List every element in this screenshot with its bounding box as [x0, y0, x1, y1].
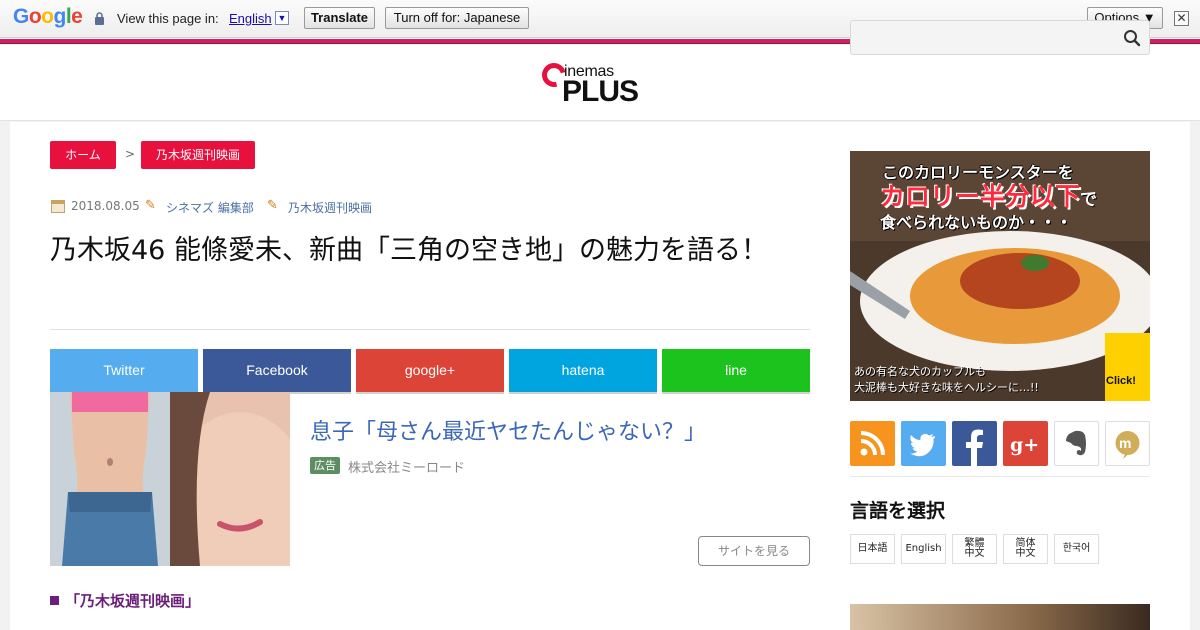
divider [850, 476, 1150, 477]
ad-visit-button[interactable]: サイトを見る [698, 536, 810, 566]
lang-label: 中文 [964, 548, 985, 559]
section-heading-text: 「乃木坂週刊映画」 [65, 592, 201, 610]
logo-text-bottom: PLUS [562, 75, 639, 108]
google-logo-letter: G [13, 5, 29, 28]
lang-label: 한국어 [1062, 543, 1091, 554]
share-googleplus-button[interactable]: google+ [356, 349, 504, 392]
lang-japanese-button[interactable]: 日本語 [850, 534, 895, 564]
share-facebook-button[interactable]: Facebook [203, 349, 351, 392]
lang-traditional-chinese-button[interactable]: 繁體 中文 [952, 534, 997, 564]
site-header: inemas PLUS [0, 45, 1200, 121]
share-label: line [725, 362, 747, 378]
rss-icon[interactable] [850, 421, 895, 466]
site-logo[interactable]: inemas PLUS [537, 58, 642, 108]
post-category[interactable]: 乃木坂週刊映画 [288, 199, 372, 216]
share-line-button[interactable]: line [662, 349, 810, 392]
post-date: 2018.08.05 [71, 199, 140, 213]
banner-click-label[interactable]: Click! [1106, 375, 1136, 387]
translate-button[interactable]: Translate [304, 7, 375, 29]
breadcrumb-home[interactable]: ホーム [50, 141, 116, 169]
google-logo-letter: g [53, 5, 67, 28]
banner-caption-1: あの有名な犬のカップルも [854, 365, 986, 378]
share-label: hatena [561, 362, 605, 378]
calendar-icon [51, 200, 65, 213]
lang-english-button[interactable]: English [901, 534, 946, 564]
banner-line-2: カロリー半分以下で [880, 177, 1097, 213]
lang-simplified-chinese-button[interactable]: 简体 中文 [1003, 534, 1048, 564]
close-icon[interactable]: ✕ [1174, 11, 1189, 26]
banner-line-3: 食べられないものか・・・ [880, 213, 1073, 232]
section-heading: 「乃木坂週刊映画」 [50, 590, 200, 611]
svg-text:m: m [1119, 435, 1131, 451]
lang-label: 中文 [1015, 548, 1036, 559]
language-heading: 言語を選択 [850, 500, 946, 522]
pencil-icon: ✎ [267, 198, 278, 213]
google-logo-letter: e [71, 5, 83, 28]
google-logo-letter: o [28, 5, 42, 28]
sidebar-thumbnail[interactable] [850, 604, 1150, 630]
sidebar-banner-ad[interactable]: このカロリーモンスターを カロリー半分以下で 食べられないものか・・・ あの有名… [850, 151, 1150, 401]
banner-line-2-suffix: で [1080, 190, 1098, 210]
google-logo: Google [13, 5, 83, 29]
facebook-icon[interactable] [952, 421, 997, 466]
lang-label: English [905, 543, 942, 554]
language-dropdown-icon[interactable]: ▼ [275, 11, 289, 25]
mixi-icon[interactable]: m [1105, 421, 1150, 466]
turn-off-button[interactable]: Turn off for: Japanese [385, 7, 529, 29]
translate-prompt: View this page in: [117, 11, 219, 26]
share-label: Twitter [103, 362, 145, 378]
lang-korean-button[interactable]: 한국어 [1054, 534, 1099, 564]
svg-text:g+: g+ [1010, 434, 1039, 456]
ad-badge: 広告 [310, 457, 340, 474]
share-hatena-button[interactable]: hatena [509, 349, 657, 392]
pencil-icon: ✎ [145, 198, 156, 213]
divider [50, 329, 810, 330]
google-logo-letter: o [41, 5, 54, 28]
ad-image[interactable] [50, 392, 290, 566]
ad-headline-link[interactable]: 息子「母さん最近ヤセたんじゃない？」 [310, 414, 706, 446]
share-label: Facebook [246, 362, 308, 378]
square-bullet-icon [50, 596, 59, 605]
post-author[interactable]: シネマズ 編集部 [166, 199, 254, 216]
breadcrumb-category[interactable]: 乃木坂週刊映画 [141, 141, 255, 169]
language-link[interactable]: English [229, 11, 272, 26]
banner-caption-2: 大泥棒も大好きな味をヘルシーに…!! [854, 381, 1039, 394]
breadcrumb-separator: > [125, 147, 136, 161]
ad-advertiser: 株式会社ミーロード [348, 461, 466, 476]
share-twitter-button[interactable]: Twitter [50, 349, 198, 392]
search-icon[interactable] [1123, 29, 1141, 47]
evernote-icon[interactable] [1054, 421, 1099, 466]
google-plus-icon[interactable]: g+ [1003, 421, 1048, 466]
banner-highlight: カロリー半分以下 [880, 182, 1081, 211]
lock-icon [95, 12, 104, 25]
twitter-icon[interactable] [901, 421, 946, 466]
article-title: 乃木坂46 能條愛未、新曲「三角の空き地」の魅力を語る！ [50, 235, 768, 266]
search-input[interactable] [850, 20, 1150, 55]
lang-label: 日本語 [857, 543, 888, 554]
share-label: google+ [404, 362, 456, 378]
